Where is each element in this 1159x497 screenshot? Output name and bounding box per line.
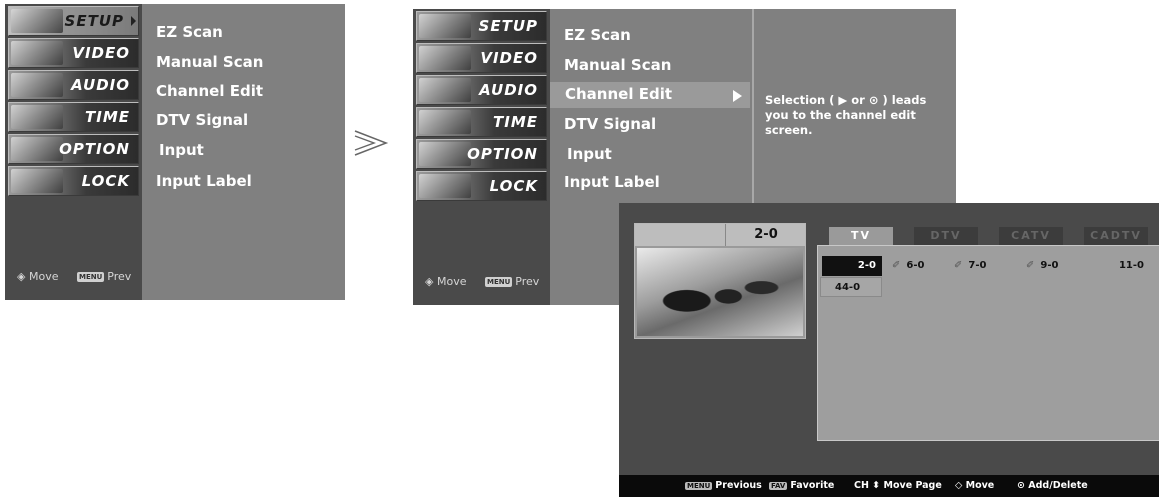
category-column: SETUP VIDEO AUDIO TIME OPTION LOCK ◈ Mov… — [5, 4, 142, 300]
chevron-right-icon — [131, 16, 136, 26]
category-video[interactable]: VIDEO — [416, 43, 547, 73]
menu-item-dtv-signal[interactable]: DTV Signal — [564, 115, 656, 133]
channel-grid: 2-0 ✐ 6-0 ✐ 7-0 ✐ 9-0 11-0 44-0 — [817, 245, 1159, 441]
video-thumb-icon — [11, 41, 63, 65]
category-label: VIDEO — [72, 44, 130, 62]
category-time[interactable]: TIME — [8, 102, 139, 132]
category-setup[interactable]: SETUP — [8, 6, 139, 36]
lock-thumb-icon — [11, 169, 63, 193]
channel-cell[interactable]: ✐ 7-0 — [954, 256, 1024, 276]
category-column: SETUP VIDEO AUDIO TIME OPTION LOCK ◈ Mov… — [413, 9, 550, 305]
move-icon: ◈ — [17, 270, 26, 283]
audio-thumb-icon — [419, 78, 471, 102]
category-label: SETUP — [64, 12, 124, 30]
menu-item-input-label[interactable]: Input Label — [564, 173, 660, 191]
prev-hint: MENU Prev — [77, 270, 132, 283]
category-label: VIDEO — [480, 49, 538, 67]
channel-edit-footer: MENU Previous FAV Favorite CH ⬍ Move Page … — [619, 475, 1159, 497]
category-option[interactable]: OPTION — [8, 134, 139, 164]
category-label: LOCK — [81, 172, 130, 190]
menu-footer: ◈ Move MENU Prev — [413, 273, 550, 291]
move-icon: ◈ — [425, 275, 434, 288]
category-time[interactable]: TIME — [416, 107, 547, 137]
footer-hint-add-delete: ⊙ Add/Delete — [1017, 480, 1088, 491]
ch-key-icon: CH ⬍ — [854, 480, 881, 491]
category-audio[interactable]: AUDIO — [8, 70, 139, 100]
category-label: TIME — [493, 113, 538, 131]
favorite-icon: ✐ — [892, 260, 901, 271]
menu-item-ez-scan[interactable]: EZ Scan — [564, 26, 631, 44]
preview-video-image — [637, 248, 803, 336]
favorite-icon: ✐ — [1026, 260, 1035, 271]
menu-key-icon: MENU — [485, 277, 513, 287]
channel-cell[interactable]: 44-0 — [820, 277, 882, 297]
option-thumb-icon — [419, 142, 471, 166]
category-label: AUDIO — [71, 76, 130, 94]
category-option[interactable]: OPTION — [416, 139, 547, 169]
channel-cell-selected[interactable]: 2-0 — [822, 256, 882, 276]
menu-item-ez-scan[interactable]: EZ Scan — [156, 23, 223, 41]
video-thumb-icon — [419, 46, 471, 70]
category-audio[interactable]: AUDIO — [416, 75, 547, 105]
channel-cell[interactable]: ✐ 9-0 — [1026, 256, 1086, 276]
ok-icon: ⊙ — [1017, 480, 1025, 491]
menu-key-icon: MENU — [685, 482, 713, 490]
category-setup[interactable]: SETUP — [416, 11, 547, 41]
channel-cell[interactable]: 11-0 — [1086, 256, 1156, 276]
menu-footer: ◈ Move MENU Prev — [5, 268, 142, 286]
category-label: AUDIO — [479, 81, 538, 99]
next-step-arrow-icon — [354, 130, 389, 156]
menu-item-input[interactable]: Input — [567, 145, 612, 163]
category-label: OPTION — [59, 140, 130, 158]
menu-item-dtv-signal[interactable]: DTV Signal — [156, 111, 248, 129]
time-thumb-icon — [419, 110, 471, 134]
footer-hint-move: ◇ Move — [955, 480, 995, 491]
category-label: SETUP — [478, 17, 538, 35]
move-icon: ◇ — [955, 480, 963, 491]
category-label: TIME — [85, 108, 130, 126]
preview-header: 2-0 — [635, 224, 805, 246]
audio-thumb-icon — [11, 73, 63, 97]
footer-hint-favorite: FAV Favorite — [769, 480, 835, 491]
tab-catv[interactable]: CATV — [999, 227, 1063, 245]
category-lock[interactable]: LOCK — [8, 166, 139, 196]
menu-item-input-label[interactable]: Input Label — [156, 172, 252, 190]
menu-item-manual-scan[interactable]: Manual Scan — [156, 53, 263, 71]
setup-items: EZ Scan Manual Scan Channel Edit DTV Sig… — [142, 4, 345, 300]
channel-type-tabs: TV DTV CATV CADTV — [817, 227, 1159, 247]
menu-item-manual-scan[interactable]: Manual Scan — [564, 56, 671, 74]
preview-channel-number: 2-0 — [725, 224, 806, 246]
prev-hint: MENU Prev — [485, 275, 540, 288]
menu-item-channel-edit[interactable]: Channel Edit — [550, 82, 750, 108]
setup-thumb-icon — [419, 14, 471, 38]
tab-cadtv[interactable]: CADTV — [1084, 227, 1148, 245]
triangle-right-icon — [733, 90, 742, 102]
category-lock[interactable]: LOCK — [416, 171, 547, 201]
menu-key-icon: MENU — [77, 272, 105, 282]
menu-item-label: Channel Edit — [565, 85, 672, 103]
footer-hint-previous: MENU Previous — [685, 480, 762, 491]
channel-preview: 2-0 — [634, 223, 806, 339]
fav-key-icon: FAV — [769, 482, 788, 490]
tab-dtv[interactable]: DTV — [914, 227, 978, 245]
category-video[interactable]: VIDEO — [8, 38, 139, 68]
category-label: LOCK — [489, 177, 538, 195]
channel-cell[interactable]: ✐ 6-0 — [892, 256, 952, 276]
menu-item-input[interactable]: Input — [159, 141, 204, 159]
footer-hint-move-page: CH ⬍ Move Page — [854, 480, 942, 491]
option-thumb-icon — [11, 137, 63, 161]
lock-thumb-icon — [419, 174, 471, 198]
category-label: OPTION — [467, 145, 538, 163]
setup-menu-panel: SETUP VIDEO AUDIO TIME OPTION LOCK ◈ Mov… — [5, 4, 345, 300]
setup-thumb-icon — [11, 9, 63, 33]
menu-item-channel-edit[interactable]: Channel Edit — [156, 82, 263, 100]
channel-edit-screen: 2-0 TV DTV CATV CADTV 2-0 ✐ 6-0 ✐ 7-0 ✐ 9-0… — [619, 203, 1159, 497]
move-hint: ◈ Move — [425, 275, 467, 288]
tab-tv[interactable]: TV — [829, 227, 893, 245]
move-hint: ◈ Move — [17, 270, 59, 283]
favorite-icon: ✐ — [954, 260, 963, 271]
time-thumb-icon — [11, 105, 63, 129]
help-description: Selection ( ▶ or ⊙ ) leads you to the ch… — [765, 93, 927, 137]
